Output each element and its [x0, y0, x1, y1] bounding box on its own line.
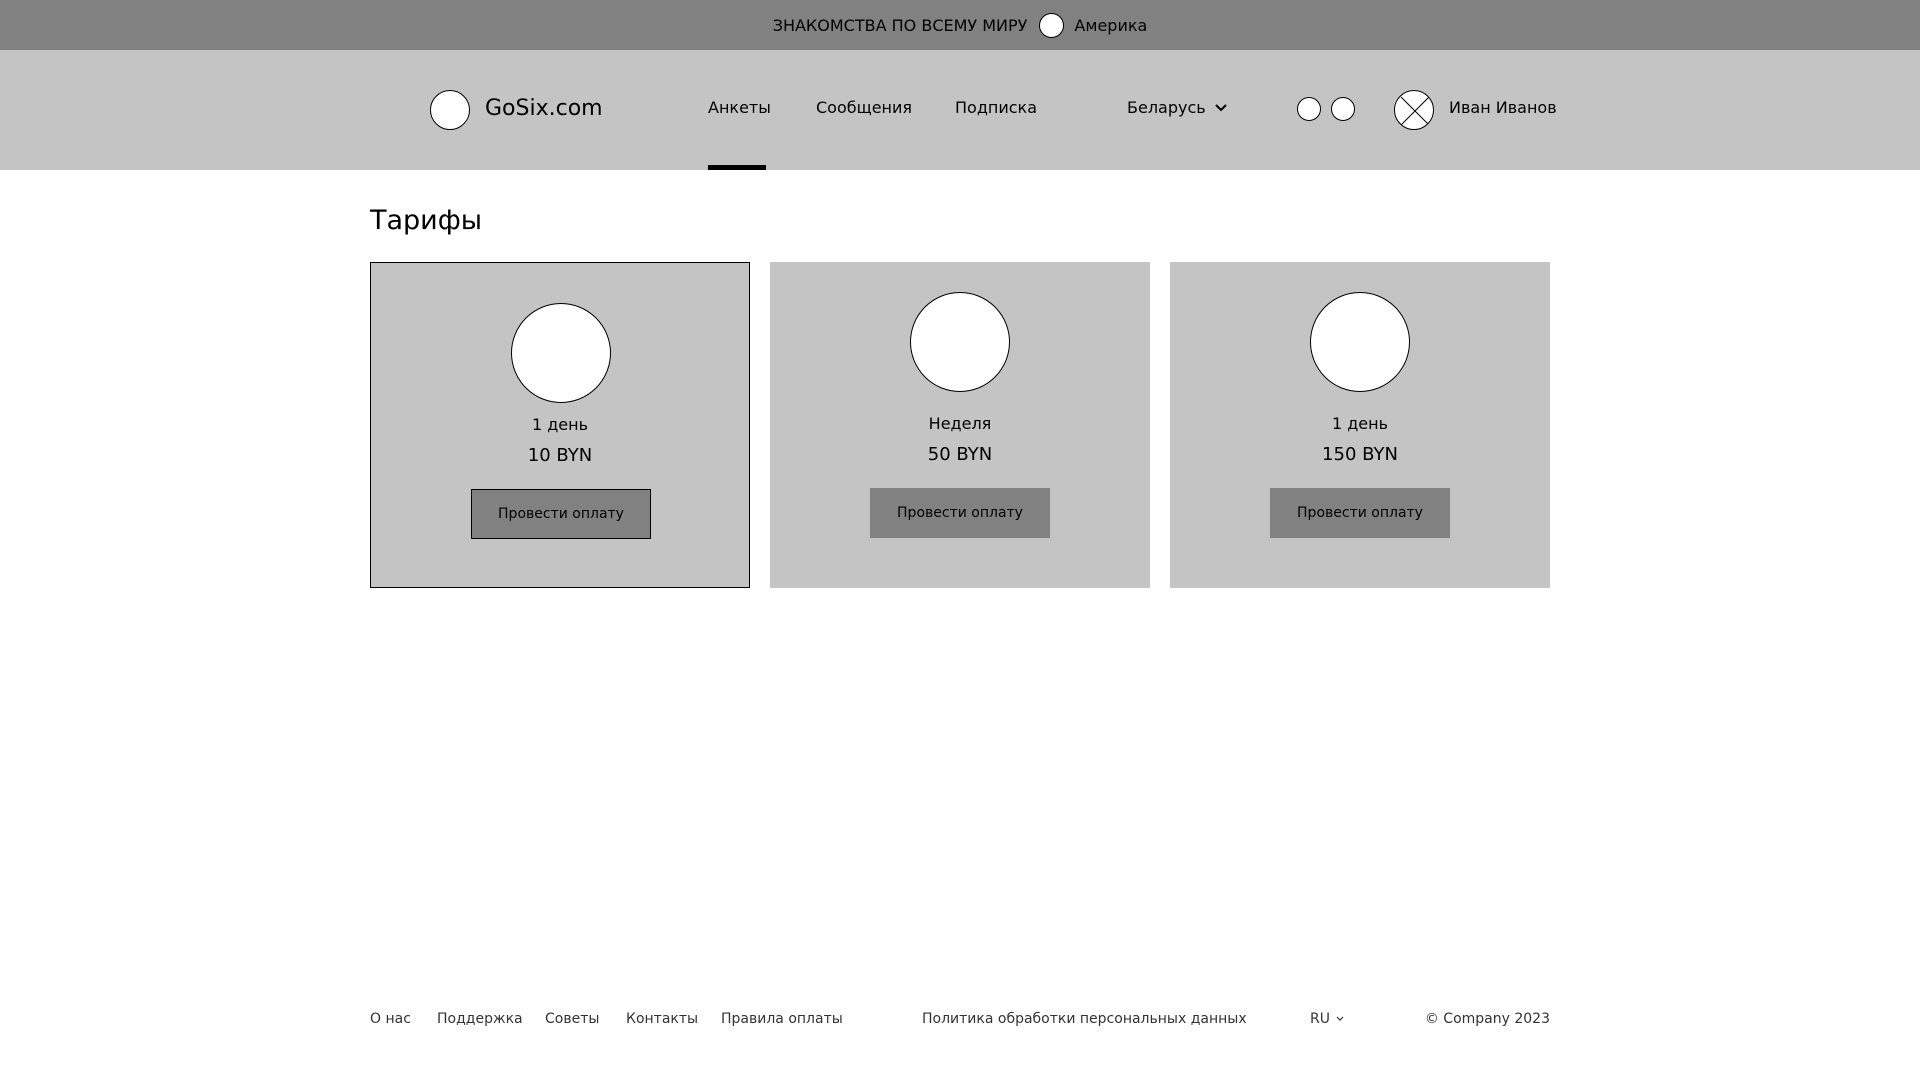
footer-link-payment-rules[interactable]: Правила оплаты [721, 1011, 843, 1027]
avatar-placeholder-icon [1400, 96, 1430, 126]
chevron-down-icon [1336, 1016, 1344, 1021]
notification-icon[interactable] [1297, 97, 1321, 121]
plan-price: 50 BYN [927, 444, 993, 465]
user-name[interactable]: Иван Иванов [1449, 98, 1557, 117]
plan-card[interactable]: 1 день 10 BYN Провести оплату [370, 262, 750, 588]
footer-link-support[interactable]: Поддержка [437, 1011, 523, 1027]
nav-item-subscription[interactable]: Подписка [955, 98, 1037, 117]
plan-price: 150 BYN [1322, 444, 1398, 465]
language-selector[interactable]: RU [1310, 1011, 1344, 1027]
logo-icon[interactable] [430, 90, 470, 130]
pay-button[interactable]: Провести оплату [870, 488, 1050, 538]
page-title: Тарифы [370, 205, 483, 236]
country-selector[interactable]: Беларусь [1127, 98, 1228, 117]
plan-card[interactable]: Неделя 50 BYN Провести оплату [770, 262, 1150, 588]
logo-text[interactable]: GoSix.com [485, 96, 603, 121]
chevron-down-icon [1214, 103, 1227, 111]
avatar[interactable] [1394, 90, 1434, 130]
language-selector-label: RU [1310, 1011, 1330, 1027]
nav-item-messages[interactable]: Сообщения [816, 98, 912, 117]
region-link[interactable]: Америка [1074, 16, 1147, 35]
site-header: GoSix.com Анкеты Сообщения Подписка Бела… [0, 50, 1920, 170]
favorites-icon[interactable] [1331, 97, 1355, 121]
footer-link-contacts[interactable]: Контакты [626, 1011, 698, 1027]
plan-period: Неделя [928, 414, 992, 433]
copyright: © Company 2023 [1424, 1011, 1550, 1027]
footer-link-tips[interactable]: Советы [545, 1011, 599, 1027]
plan-icon [511, 303, 611, 403]
pay-button[interactable]: Провести оплату [471, 489, 651, 539]
plan-period: 1 день [531, 415, 589, 434]
plan-price: 10 BYN [527, 445, 593, 466]
promo-text: ЗНАКОМСТВА ПО ВСЕМУ МИРУ [772, 15, 1028, 35]
plan-icon [1310, 292, 1410, 392]
footer-link-privacy-policy[interactable]: Политика обработки персональных данных [922, 1011, 1247, 1027]
plan-icon [910, 292, 1010, 392]
plan-card[interactable]: 1 день 150 BYN Провести оплату [1170, 262, 1550, 588]
region-icon [1039, 12, 1065, 38]
nav-active-indicator [708, 165, 766, 170]
country-selector-label: Беларусь [1127, 98, 1206, 117]
pay-button[interactable]: Провести оплату [1270, 488, 1450, 538]
footer-link-about[interactable]: О нас [370, 1011, 411, 1027]
nav-item-profiles[interactable]: Анкеты [708, 98, 771, 117]
top-promo-bar: ЗНАКОМСТВА ПО ВСЕМУ МИРУ Америка [0, 0, 1920, 50]
plan-period: 1 день [1331, 414, 1389, 433]
